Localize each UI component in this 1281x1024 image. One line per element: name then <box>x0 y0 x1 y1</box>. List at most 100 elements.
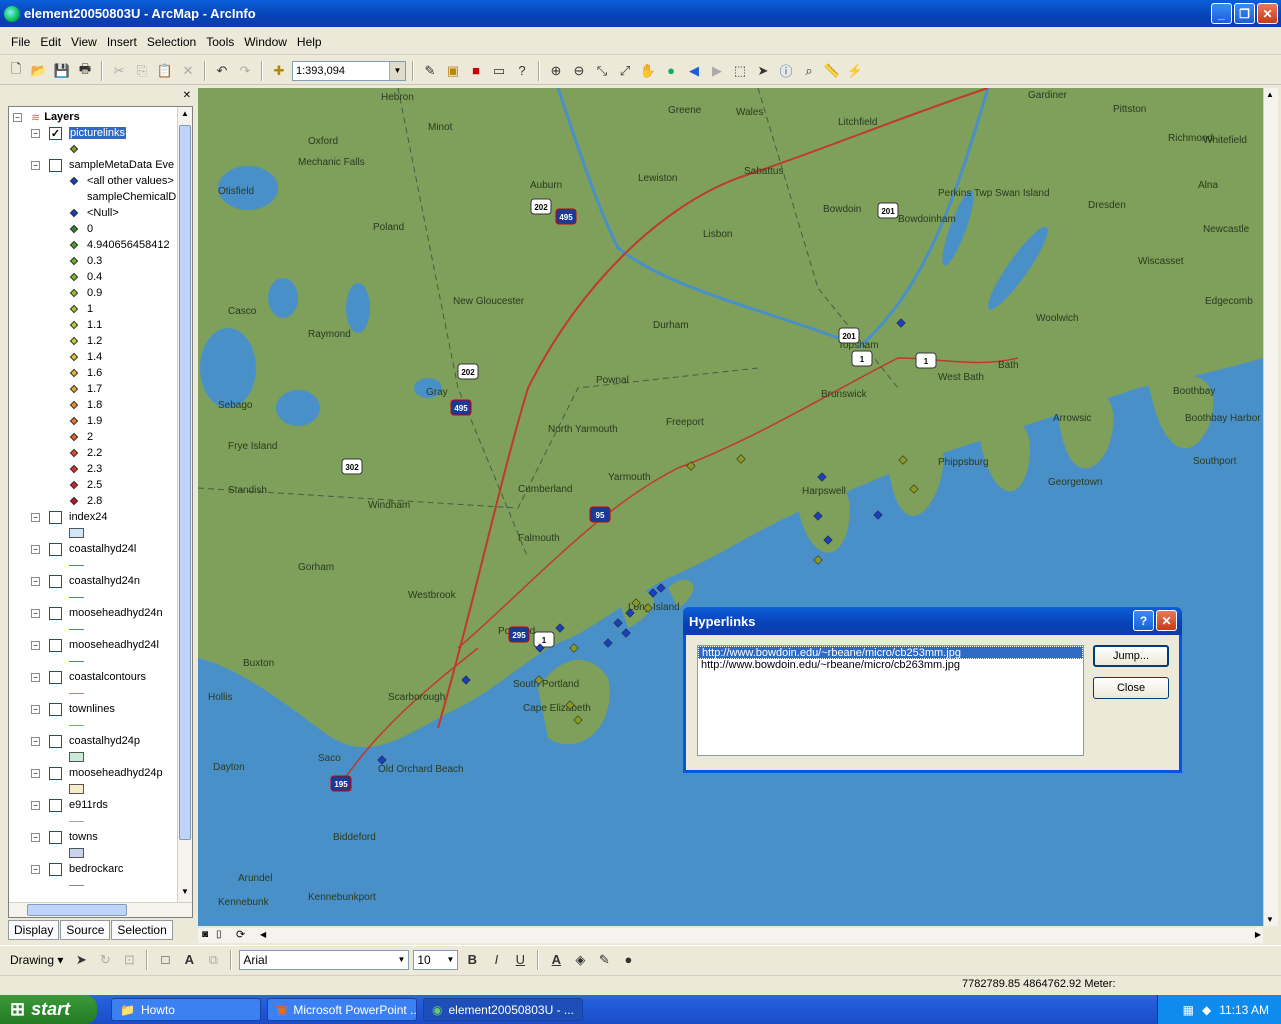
font-size-select[interactable]: 10 ▼ <box>413 949 459 970</box>
network-icon[interactable]: ▦ <box>1183 1003 1194 1017</box>
paste-icon[interactable]: 📋 <box>155 61 175 81</box>
chevron-down-icon[interactable]: ▼ <box>394 955 408 964</box>
drawing-menu[interactable]: Drawing ▾ <box>6 953 67 967</box>
layer-visibility-checkbox[interactable] <box>49 862 62 876</box>
zoom-to-elements-icon[interactable]: ⊡ <box>119 950 139 970</box>
layer-name-townlines[interactable]: townlines <box>69 703 115 715</box>
collapse-icon[interactable]: − <box>13 112 22 122</box>
layer-name-towns[interactable]: towns <box>69 831 98 843</box>
rectangle-icon[interactable]: □ <box>155 950 175 970</box>
zoom-out-icon[interactable]: ⊖ <box>569 61 589 81</box>
map-view[interactable]: Hebron Minot Oxford Mechanic Falls Auburn Lew… <box>198 88 1263 926</box>
restore-button[interactable]: ❐ <box>1234 3 1255 24</box>
layer-visibility-checkbox[interactable] <box>49 574 62 588</box>
whats-this-icon[interactable]: ? <box>512 61 532 81</box>
redo-icon[interactable]: ↷ <box>235 61 255 81</box>
layer-visibility-checkbox[interactable] <box>49 638 62 652</box>
edit-vertices-icon[interactable]: ⧉ <box>203 950 223 970</box>
map-vertical-scrollbar[interactable]: ▲ ▼ <box>1263 88 1278 926</box>
identify-icon[interactable]: ⓘ <box>776 61 796 81</box>
layer-visibility-checkbox[interactable] <box>49 542 62 556</box>
menu-help[interactable]: Help <box>292 35 327 49</box>
menu-file[interactable]: File <box>6 35 35 49</box>
zoom-in-icon[interactable]: ⊕ <box>546 61 566 81</box>
bold-icon[interactable]: B <box>462 950 482 970</box>
menu-selection[interactable]: Selection <box>142 35 201 49</box>
save-icon[interactable]: 💾 <box>52 61 72 81</box>
delete-icon[interactable]: ✕ <box>178 61 198 81</box>
new-text-icon[interactable]: A <box>179 950 199 970</box>
chevron-down-icon[interactable]: ▼ <box>389 61 405 80</box>
marker-color-icon[interactable]: ● <box>618 950 638 970</box>
menu-window[interactable]: Window <box>239 35 292 49</box>
layer-visibility-checkbox[interactable] <box>49 158 62 172</box>
close-button[interactable]: ✕ <box>1257 3 1278 24</box>
layer-visibility-checkbox[interactable] <box>49 510 62 524</box>
hyperlink-icon[interactable]: ⚡ <box>845 61 865 81</box>
layer-name-sampleMetaData Eve[interactable]: sampleMetaData Eve <box>69 159 174 171</box>
layer-name-mooseheadhyd24l[interactable]: mooseheadhyd24l <box>69 639 159 651</box>
data-view-icon[interactable]: ◙ <box>202 929 208 940</box>
cut-icon[interactable]: ✂ <box>109 61 129 81</box>
collapse-icon[interactable]: − <box>31 576 40 586</box>
pan-icon[interactable]: ✋ <box>638 61 658 81</box>
collapse-icon[interactable]: − <box>31 800 40 810</box>
layer-visibility-checkbox[interactable]: ✓ <box>49 126 62 140</box>
refresh-icon[interactable]: ⟳ <box>236 928 245 941</box>
font-name-select[interactable]: Arial ▼ <box>239 949 410 970</box>
layer-name-picturelinks[interactable]: picturelinks <box>69 127 127 139</box>
toolbox-icon[interactable]: ■ <box>466 61 486 81</box>
chevron-down-icon[interactable]: ▼ <box>443 955 457 964</box>
collapse-icon[interactable]: − <box>31 544 40 554</box>
undo-icon[interactable]: ↶ <box>212 61 232 81</box>
font-color-icon[interactable]: A <box>546 950 566 970</box>
collapse-icon[interactable]: − <box>31 672 40 682</box>
fill-color-icon[interactable]: ◈ <box>570 950 590 970</box>
layer-name-coastalcontours[interactable]: coastalcontours <box>69 671 146 683</box>
layer-visibility-checkbox[interactable] <box>49 830 62 844</box>
map-scale-box[interactable]: 1:393,094 ▼ <box>292 60 406 81</box>
layer-name-index24[interactable]: index24 <box>69 511 108 523</box>
task-howto[interactable]: 📁 Howto <box>111 998 261 1021</box>
forward-extent-icon[interactable]: ▶ <box>707 61 727 81</box>
map-horizontal-scrollbar[interactable]: ◙ ▯ ⟳ ◀ ▶ <box>198 928 1263 943</box>
security-icon[interactable]: ◆ <box>1202 1003 1211 1017</box>
layer-visibility-checkbox[interactable] <box>49 670 62 684</box>
collapse-icon[interactable]: − <box>31 768 40 778</box>
collapse-icon[interactable]: − <box>31 832 40 842</box>
back-extent-icon[interactable]: ◀ <box>684 61 704 81</box>
collapse-icon[interactable]: − <box>31 608 40 618</box>
jump-button[interactable]: Jump... <box>1093 645 1169 667</box>
layer-name-coastalhyd24l[interactable]: coastalhyd24l <box>69 543 136 555</box>
menu-tools[interactable]: Tools <box>201 35 239 49</box>
command-line-icon[interactable]: ▭ <box>489 61 509 81</box>
fixed-zoom-out-icon[interactable]: ⤢ <box>615 61 635 81</box>
collapse-icon[interactable]: − <box>31 640 40 650</box>
start-button[interactable]: ⊞ start <box>0 995 97 1024</box>
minimize-button[interactable]: _ <box>1211 3 1232 24</box>
toc-vertical-scrollbar[interactable]: ▲ ▼ <box>177 107 192 903</box>
tab-selection[interactable]: Selection <box>111 920 173 940</box>
editor-toolbar-icon[interactable]: ✎ <box>420 61 440 81</box>
line-color-icon[interactable]: ✎ <box>594 950 614 970</box>
layer-name-mooseheadhyd24n[interactable]: mooseheadhyd24n <box>69 607 163 619</box>
hyperlink-item[interactable]: http://www.bowdoin.edu/~rbeane/micro/cb2… <box>698 659 1083 672</box>
menu-edit[interactable]: Edit <box>35 35 66 49</box>
dialog-close-x-button[interactable]: ✕ <box>1156 610 1177 631</box>
collapse-icon[interactable]: − <box>31 128 40 138</box>
collapse-icon[interactable]: − <box>31 512 40 522</box>
toc-horizontal-scrollbar[interactable] <box>9 902 192 917</box>
find-icon[interactable]: ⌕ <box>799 61 819 81</box>
layer-visibility-checkbox[interactable] <box>49 734 62 748</box>
layer-name-e911rds[interactable]: e911rds <box>69 799 108 811</box>
collapse-icon[interactable]: − <box>31 704 40 714</box>
toc-close-icon[interactable]: ✕ <box>183 90 191 101</box>
full-extent-icon[interactable]: ● <box>661 61 681 81</box>
fixed-zoom-in-icon[interactable]: ⤡ <box>592 61 612 81</box>
rotate-icon[interactable]: ↻ <box>95 950 115 970</box>
task-powerpoint[interactable]: ▣ Microsoft PowerPoint ... <box>267 998 417 1021</box>
add-data-icon[interactable]: ✚ <box>269 61 289 81</box>
menu-view[interactable]: View <box>66 35 102 49</box>
select-elements-pointer-icon[interactable]: ➤ <box>71 950 91 970</box>
menu-insert[interactable]: Insert <box>102 35 142 49</box>
